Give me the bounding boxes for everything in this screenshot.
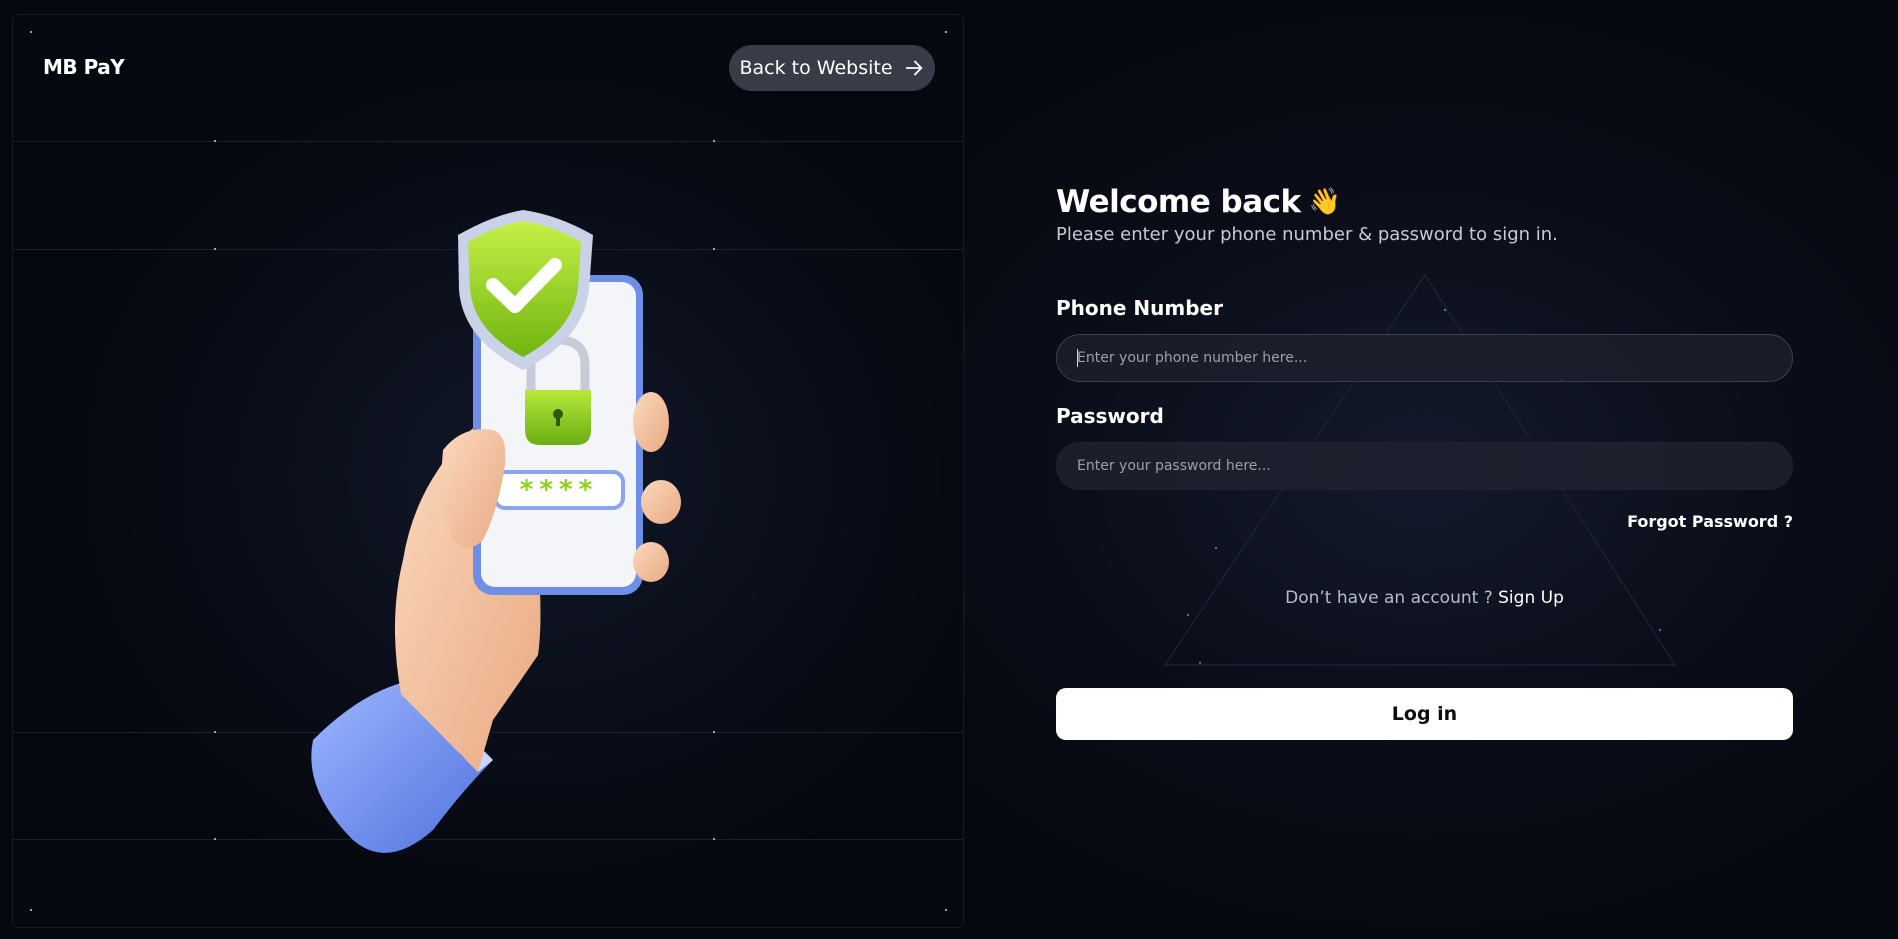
finger-shape: [641, 480, 681, 524]
login-button[interactable]: Log in: [1056, 688, 1793, 740]
grid-dot: [214, 731, 216, 733]
signup-prompt: Don’t have an account ? Sign Up: [1056, 588, 1793, 612]
phone-input-wrapper: [1056, 334, 1793, 382]
title-text: Welcome back: [1056, 184, 1301, 220]
grid-dot: [30, 909, 32, 911]
grid-dot: [713, 248, 715, 250]
login-page: MB PaY Back to Website **** Welcome back…: [0, 0, 1898, 939]
finger-shape: [633, 392, 669, 452]
grid-dot: [945, 909, 947, 911]
illustration-panel: MB PaY Back to Website ****: [12, 14, 964, 928]
grid-line: [13, 141, 963, 142]
password-label: Password: [1056, 404, 1164, 428]
phone-number-label: Phone Number: [1056, 296, 1223, 320]
back-to-website-button[interactable]: Back to Website: [729, 45, 935, 91]
brand-logo[interactable]: MB PaY: [43, 55, 125, 79]
grid-dot: [713, 140, 715, 142]
password-input[interactable]: [1056, 442, 1793, 490]
page-title: Welcome back 👋: [1056, 182, 1793, 222]
grid-dot: [214, 838, 216, 840]
svg-text:****: ****: [520, 475, 598, 505]
arrow-right-icon: [905, 60, 922, 76]
hand-phone-lock-illustration: ****: [311, 210, 681, 853]
finger-shape: [633, 542, 669, 582]
signup-prompt-text: Don’t have an account ?: [1285, 588, 1493, 608]
page-subtitle: Please enter your phone number & passwor…: [1056, 224, 1558, 245]
sign-in-form: Welcome back 👋 Please enter your phone n…: [1056, 182, 1793, 740]
grid-dot: [945, 31, 947, 33]
sign-up-link[interactable]: Sign Up: [1498, 588, 1564, 608]
phone-number-input[interactable]: [1056, 334, 1793, 382]
grid-dot: [214, 248, 216, 250]
forgot-password-link[interactable]: Forgot Password ?: [1056, 512, 1793, 534]
waving-hand-icon: 👋: [1308, 187, 1341, 217]
back-button-label: Back to Website: [739, 57, 893, 79]
grid-dot: [713, 731, 715, 733]
text-caret: [1077, 349, 1078, 367]
grid-dot: [30, 31, 32, 33]
grid-dot: [214, 140, 216, 142]
grid-dot: [713, 838, 715, 840]
